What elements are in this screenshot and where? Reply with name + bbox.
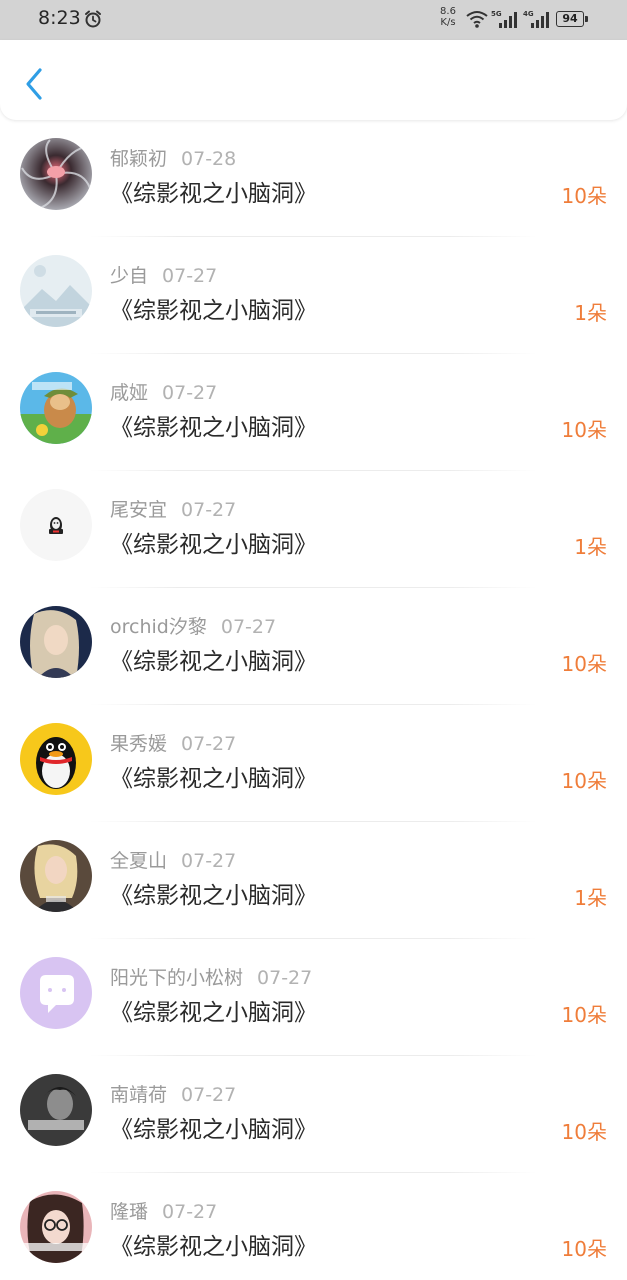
item-date: 07-27 xyxy=(181,1084,237,1106)
list-item[interactable]: orchid汐黎 07-27 《综影视之小脑洞》 10朵 xyxy=(0,588,627,705)
book-title[interactable]: 《综影视之小脑洞》 xyxy=(110,408,317,442)
item-date: 07-27 xyxy=(162,382,218,404)
item-meta: 少自 07-27 xyxy=(110,261,217,288)
item-date: 07-27 xyxy=(181,499,237,521)
user-name[interactable]: 阳光下的小松树 xyxy=(110,967,243,989)
gift-amount: 10朵 xyxy=(561,184,607,208)
user-name[interactable]: 南靖荷 xyxy=(110,1084,167,1106)
user-name[interactable]: 全夏山 xyxy=(110,850,167,872)
item-meta: 咸娅 07-27 xyxy=(110,378,217,405)
item-date: 07-27 xyxy=(181,733,237,755)
item-meta: 隆璠 07-27 xyxy=(110,1197,217,1224)
item-meta: orchid汐黎 07-27 xyxy=(110,612,276,639)
back-button[interactable] xyxy=(18,64,50,104)
item-meta: 全夏山 07-27 xyxy=(110,846,236,873)
book-title[interactable]: 《综影视之小脑洞》 xyxy=(110,759,317,793)
gift-list: 郁颖初 07-28 《综影视之小脑洞》 10朵 少自 07-27 《综影视之小脑洞》… xyxy=(0,120,627,1280)
chevron-left-icon xyxy=(26,68,42,100)
item-meta: 南靖荷 07-27 xyxy=(110,1080,236,1107)
book-title[interactable]: 《综影视之小脑洞》 xyxy=(110,642,317,676)
header xyxy=(0,40,627,120)
user-name[interactable]: 郁颖初 xyxy=(110,148,167,170)
avatar[interactable] xyxy=(20,957,92,1029)
gift-amount: 1朵 xyxy=(574,886,607,910)
list-item[interactable]: 郁颖初 07-28 《综影视之小脑洞》 10朵 xyxy=(0,120,627,237)
item-meta: 果秀媛 07-27 xyxy=(110,729,236,756)
gift-amount: 10朵 xyxy=(561,1003,607,1027)
user-name[interactable]: 少自 xyxy=(110,265,148,287)
wifi-icon xyxy=(466,11,488,28)
list-item[interactable]: 咸娅 07-27 《综影视之小脑洞》 10朵 xyxy=(0,354,627,471)
status-time: 8:23 xyxy=(38,7,81,29)
list-item[interactable]: 全夏山 07-27 《综影视之小脑洞》 1朵 xyxy=(0,822,627,939)
book-title[interactable]: 《综影视之小脑洞》 xyxy=(110,291,317,325)
item-date: 07-27 xyxy=(181,850,237,872)
item-date: 07-27 xyxy=(220,616,277,638)
list-item[interactable]: 阳光下的小松树 07-27 《综影视之小脑洞》 10朵 xyxy=(0,939,627,1056)
book-title[interactable]: 《综影视之小脑洞》 xyxy=(110,876,317,910)
svg-text:4G: 4G xyxy=(523,10,534,18)
list-item[interactable]: 尾安宜 07-27 《综影视之小脑洞》 1朵 xyxy=(0,471,627,588)
user-name[interactable]: 咸娅 xyxy=(110,382,148,404)
avatar[interactable] xyxy=(20,255,92,327)
alarm-icon xyxy=(85,10,101,28)
status-bar: 8:23 8.6 K/s 5G 4G 94 xyxy=(0,0,627,40)
user-name[interactable]: orchid汐黎 xyxy=(110,616,207,638)
book-title[interactable]: 《综影视之小脑洞》 xyxy=(110,1110,317,1144)
user-name[interactable]: 隆璠 xyxy=(110,1201,148,1223)
item-date: 07-27 xyxy=(162,1201,218,1223)
item-date: 07-27 xyxy=(257,967,313,989)
book-title[interactable]: 《综影视之小脑洞》 xyxy=(110,993,317,1027)
item-date: 07-27 xyxy=(162,265,218,287)
book-title[interactable]: 《综影视之小脑洞》 xyxy=(110,174,317,208)
avatar[interactable] xyxy=(20,372,92,444)
avatar[interactable] xyxy=(20,1191,92,1263)
gift-amount: 10朵 xyxy=(561,652,607,676)
battery-indicator: 94 xyxy=(556,11,588,27)
gift-amount: 10朵 xyxy=(561,1120,607,1144)
gift-amount: 1朵 xyxy=(574,535,607,559)
item-date: 07-28 xyxy=(181,148,237,170)
network-speed: 8.6 K/s xyxy=(440,6,456,28)
avatar[interactable] xyxy=(20,606,92,678)
avatar[interactable] xyxy=(20,138,92,210)
avatar[interactable] xyxy=(20,723,92,795)
book-title[interactable]: 《综影视之小脑洞》 xyxy=(110,1227,317,1261)
list-item[interactable]: 少自 07-27 《综影视之小脑洞》 1朵 xyxy=(0,237,627,354)
signal-5g-icon: 5G xyxy=(491,10,517,28)
list-item[interactable]: 南靖荷 07-27 《综影视之小脑洞》 10朵 xyxy=(0,1056,627,1173)
item-meta: 郁颖初 07-28 xyxy=(110,144,236,171)
avatar[interactable] xyxy=(20,489,92,561)
gift-amount: 10朵 xyxy=(561,1237,607,1261)
svg-text:5G: 5G xyxy=(491,10,502,18)
user-name[interactable]: 果秀媛 xyxy=(110,733,167,755)
gift-amount: 1朵 xyxy=(574,301,607,325)
list-item[interactable]: 果秀媛 07-27 《综影视之小脑洞》 10朵 xyxy=(0,705,627,822)
list-item[interactable]: 隆璠 07-27 《综影视之小脑洞》 10朵 xyxy=(0,1173,627,1280)
avatar[interactable] xyxy=(20,1074,92,1146)
signal-4g-icon: 4G xyxy=(523,10,549,28)
avatar[interactable] xyxy=(20,840,92,912)
gift-amount: 10朵 xyxy=(561,418,607,442)
item-meta: 尾安宜 07-27 xyxy=(110,495,236,522)
item-meta: 阳光下的小松树 07-27 xyxy=(110,963,312,990)
gift-amount: 10朵 xyxy=(561,769,607,793)
user-name[interactable]: 尾安宜 xyxy=(110,499,167,521)
book-title[interactable]: 《综影视之小脑洞》 xyxy=(110,525,317,559)
